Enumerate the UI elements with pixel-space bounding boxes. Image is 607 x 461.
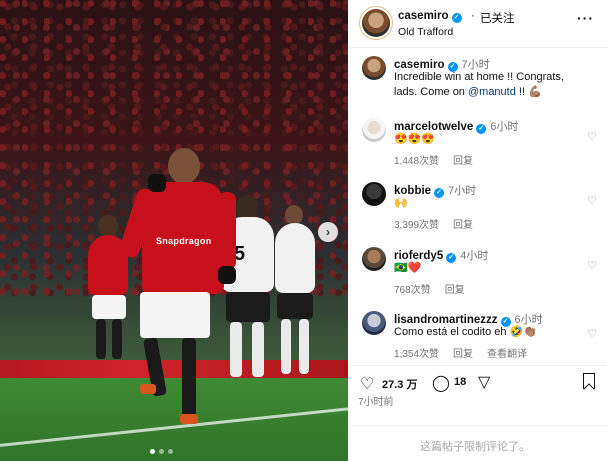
verified-badge-icon: ✓ xyxy=(434,188,445,198)
verified-badge-icon: ✓ xyxy=(451,13,462,23)
comment-meta: 1,448次赞 回复 xyxy=(394,152,473,167)
post-timestamp: 7小时前 xyxy=(358,397,394,408)
avatar-commenter[interactable] xyxy=(362,182,386,206)
comment-time: 6小时 xyxy=(490,121,519,133)
verified-badge-icon: ✓ xyxy=(446,253,457,263)
comment-time: 4小时 xyxy=(460,250,489,262)
comments-limited-bar: 这篇帖子限制评论了。 xyxy=(348,425,607,461)
verified-badge-icon: ✓ xyxy=(476,124,487,134)
comment-count: 18 xyxy=(454,376,467,388)
comment-time: 7小时 xyxy=(448,185,477,197)
author-username[interactable]: casemiro ✓ xyxy=(398,10,462,23)
carousel-dot-active xyxy=(150,449,155,454)
caption-suffix: !! 💪🏽 xyxy=(515,86,542,98)
carousel-indicator xyxy=(150,449,173,454)
avatar-commenter[interactable] xyxy=(362,247,386,271)
reply-button[interactable]: 回复 xyxy=(445,281,465,296)
comment-meta: 768次赞 回复 xyxy=(394,281,465,296)
next-photo-button[interactable]: › xyxy=(318,222,338,242)
shirt-sponsor: Snapdragon xyxy=(156,236,212,246)
header-separator: · xyxy=(471,10,475,22)
avatar-casemiro[interactable] xyxy=(362,9,390,37)
comment-text: Como está el codito eh 🤣👏🏽 xyxy=(394,326,537,338)
comments-limited-notice: 这篇帖子限制评论了。 xyxy=(420,441,530,453)
reply-button[interactable]: 回复 xyxy=(453,152,473,167)
comment-like-heart-icon[interactable]: ♡ xyxy=(587,259,597,272)
caption-line-2: lads. Come on xyxy=(394,86,468,98)
comment-like-heart-icon[interactable]: ♡ xyxy=(587,327,597,340)
pitch xyxy=(0,378,348,461)
see-translation-button[interactable]: 查看翻译 xyxy=(487,345,527,360)
comment-like-count[interactable]: 3,399次赞 xyxy=(394,216,439,231)
reply-button[interactable]: 回复 xyxy=(453,345,473,360)
more-options-icon[interactable]: ··· xyxy=(577,10,594,26)
carousel-dot xyxy=(159,449,164,454)
mention-link[interactable]: @manutd xyxy=(468,86,516,98)
comment-text: 🙌 xyxy=(394,197,408,209)
comment-like-heart-icon[interactable]: ♡ xyxy=(587,130,597,143)
comment-text: 😍😍😍 xyxy=(394,133,436,145)
comment-like-count[interactable]: 768次赞 xyxy=(394,281,431,296)
author-name[interactable]: casemiro xyxy=(398,10,449,22)
comment-like-count[interactable]: 1,448次赞 xyxy=(394,152,439,167)
post-header: casemiro ✓ · 已关注 Old Trafford ··· xyxy=(348,0,607,48)
comment-like-count[interactable]: 1,354次赞 xyxy=(394,345,439,360)
like-count[interactable]: 27.3 万 xyxy=(382,376,417,392)
comment-meta: 3,399次赞 回复 xyxy=(394,216,473,231)
avatar-commenter[interactable] xyxy=(362,311,386,335)
location-link[interactable]: Old Trafford xyxy=(398,26,453,38)
carousel-dot xyxy=(168,449,173,454)
comment-meta: 1,354次赞 回复 查看翻译 xyxy=(394,345,527,360)
avatar-casemiro-caption[interactable] xyxy=(362,56,386,80)
advertising-board xyxy=(0,360,348,378)
comment-icon[interactable]: ◯ xyxy=(432,373,450,393)
share-icon[interactable]: ▽ xyxy=(478,372,490,392)
bookmark-icon[interactable] xyxy=(583,373,595,389)
post-photo[interactable]: 5 Snapdragon › xyxy=(0,0,348,461)
heart-icon[interactable]: ♡ xyxy=(360,374,374,394)
caption-text: Incredible win at home !! Congrats, lads… xyxy=(394,70,599,100)
avatar-commenter[interactable] xyxy=(362,118,386,142)
comment-like-heart-icon[interactable]: ♡ xyxy=(587,194,597,207)
post-details-panel: casemiro ✓ · 已关注 Old Trafford ··· casemir… xyxy=(348,0,607,461)
comment-text: 🇧🇷❤️ xyxy=(394,262,422,274)
post-actions-bar: ♡ 27.3 万 ◯ 18 ▽ xyxy=(348,365,607,393)
reply-button[interactable]: 回复 xyxy=(453,216,473,231)
caption-line-1: Incredible win at home !! Congrats, xyxy=(394,71,564,83)
following-button[interactable]: 已关注 xyxy=(480,10,515,26)
